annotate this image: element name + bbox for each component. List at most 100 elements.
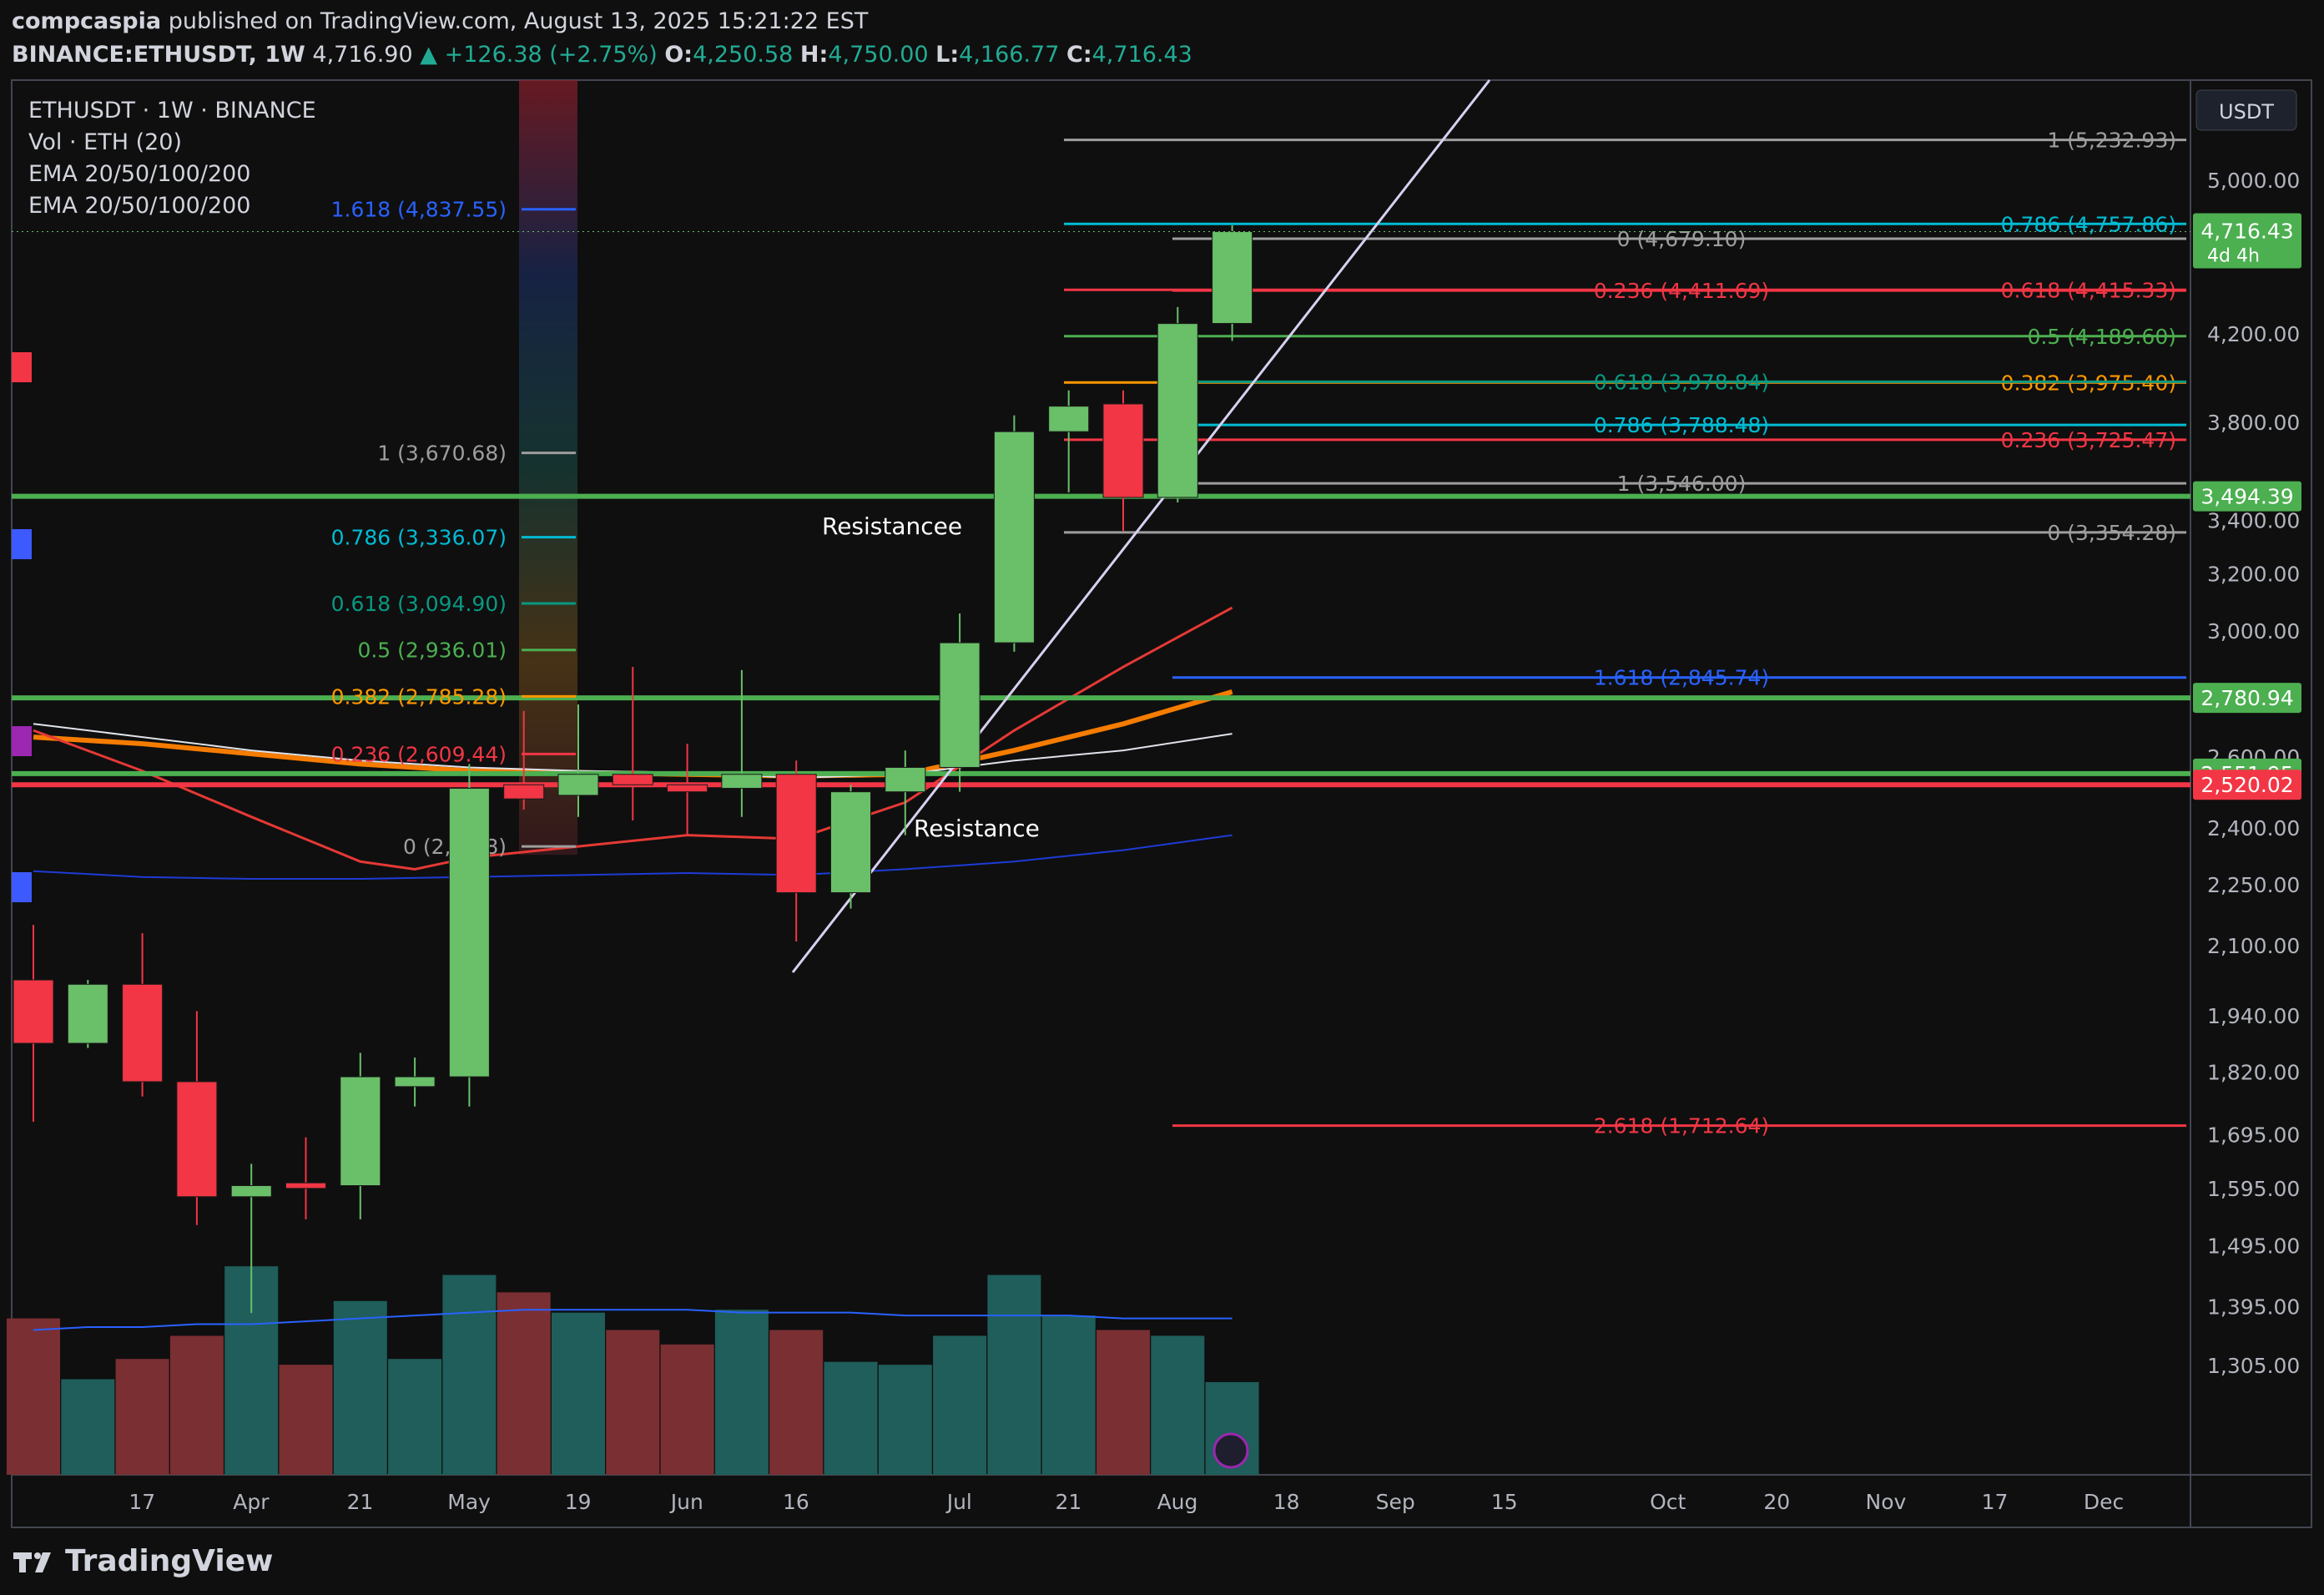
volume-bar	[1041, 1315, 1096, 1475]
fib-label: 0.236 (3,725.47)	[2001, 428, 2176, 452]
legend-symbol[interactable]: ETHUSDT · 1W · BINANCE	[28, 95, 316, 127]
volume-bar	[497, 1292, 551, 1475]
countdown-label: 4d 4h	[2207, 246, 2260, 267]
x-tick-label: Jun	[669, 1490, 703, 1514]
y-tick-label: 1,695.00	[2207, 1123, 2300, 1148]
chart-legend: ETHUSDT · 1W · BINANCE Vol · ETH (20) EM…	[28, 95, 316, 222]
candle-body	[721, 774, 763, 789]
fib-label: 0.786 (4,757.86)	[2001, 212, 2176, 236]
fib-label: 0.786 (3,336.07)	[331, 526, 507, 550]
legend-ema-1[interactable]: EMA 20/50/100/200	[28, 159, 316, 190]
volume-bar	[660, 1344, 714, 1475]
y-tick-label: 2,250.00	[2207, 873, 2300, 897]
level-price-label: 2,780.94	[2200, 686, 2293, 710]
fib-label: 1.618 (2,845.74)	[1594, 666, 1769, 690]
legend-ema-2[interactable]: EMA 20/50/100/200	[28, 190, 316, 222]
candle-body	[939, 642, 981, 768]
volume-bar	[442, 1274, 497, 1475]
y-tick-label: 1,940.00	[2207, 1004, 2300, 1028]
candle-body	[1048, 406, 1090, 432]
volume-bar	[388, 1359, 442, 1475]
volume-bar	[878, 1365, 932, 1475]
tradingview-logo[interactable]: TradingView	[12, 1544, 273, 1578]
level-price-label: 3,494.39	[2200, 485, 2293, 509]
lightning-icon	[1212, 1432, 1249, 1469]
x-tick-label: Nov	[1866, 1490, 1907, 1514]
fib-label: 0.786 (3,788.48)	[1594, 413, 1769, 437]
candle-body	[557, 774, 599, 796]
current-price-label: 4,716.43	[2200, 220, 2293, 244]
fib-label: 1.618 (4,837.55)	[331, 198, 507, 222]
fib-label: 0 (3,354.28)	[2047, 521, 2176, 545]
y-tick-label: 3,000.00	[2207, 619, 2300, 644]
volume-bar	[987, 1274, 1041, 1475]
x-tick-label: Oct	[1650, 1490, 1686, 1514]
x-tick-label: 16	[783, 1490, 809, 1514]
candle-body	[230, 1185, 272, 1198]
candle-body	[394, 1076, 436, 1088]
volume-bar	[606, 1330, 660, 1475]
x-tick-label: 15	[1491, 1490, 1518, 1514]
y-tick-label: 3,800.00	[2207, 411, 2300, 435]
candle-body	[885, 766, 926, 793]
annotation-resistancee: Resistancee	[822, 512, 962, 540]
alert-marker	[12, 726, 32, 756]
y-tick-label: 5,000.00	[2207, 169, 2300, 193]
fib-label: 0 (4,679.10)	[1617, 227, 1747, 251]
x-tick-label: 17	[1982, 1490, 2009, 1514]
x-tick-label: 18	[1273, 1490, 1300, 1514]
chart-canvas[interactable]: 1 (5,232.93)0.786 (4,757.86)0.618 (4,415…	[0, 0, 2324, 1595]
fib-label: 1 (3,546.00)	[1617, 472, 1747, 496]
fib-label: 0.5 (2,936.01)	[357, 639, 507, 663]
legend-volume[interactable]: Vol · ETH (20)	[28, 127, 316, 159]
fib-label: 0.382 (2,785.28)	[331, 684, 507, 709]
fib-label: 0.618 (3,094.90)	[331, 592, 507, 616]
y-tick-label: 3,200.00	[2207, 563, 2300, 587]
volume-bar	[824, 1361, 878, 1475]
x-tick-label: 21	[347, 1490, 374, 1514]
candle-body	[285, 1182, 326, 1189]
fib-label: 2.618 (1,712.64)	[1594, 1114, 1769, 1138]
y-tick-label: 1,305.00	[2207, 1354, 2300, 1378]
volume-bar	[7, 1318, 60, 1475]
candle-body	[1157, 323, 1198, 498]
volume-bar	[714, 1310, 769, 1475]
fib-label: 0.236 (2,609.44)	[331, 742, 507, 766]
x-tick-label: 17	[129, 1490, 155, 1514]
y-tick-label: 2,400.00	[2207, 816, 2300, 840]
y-tick-label: 1,495.00	[2207, 1234, 2300, 1258]
y-tick-label: 2,100.00	[2207, 934, 2300, 958]
fib-label: 0.5 (4,189.60)	[2027, 325, 2176, 349]
volume-bar	[1096, 1330, 1150, 1475]
y-tick-label: 1,820.00	[2207, 1060, 2300, 1084]
x-tick-label: 21	[1055, 1490, 1081, 1514]
candle-body	[612, 774, 653, 785]
candle-body	[448, 787, 490, 1078]
fib-label: 0.236 (4,411.69)	[1594, 279, 1769, 303]
candle-body	[830, 791, 871, 893]
alert-marker	[12, 352, 32, 382]
volume-bar	[169, 1335, 224, 1475]
alert-marker	[12, 529, 32, 559]
fib-label: 1 (3,670.68)	[377, 442, 507, 466]
x-tick-label: Apr	[233, 1490, 270, 1514]
candle-body	[775, 774, 817, 893]
x-tick-label: Dec	[2084, 1490, 2124, 1514]
candle-body	[176, 1081, 218, 1198]
currency-label: USDT	[2219, 100, 2274, 124]
candle-body	[1212, 231, 1253, 325]
alert-marker	[12, 872, 32, 902]
y-tick-label: 1,595.00	[2207, 1177, 2300, 1201]
fib-label: 1 (5,232.93)	[2047, 129, 2176, 153]
x-tick-label: May	[447, 1490, 491, 1514]
volume-bar	[279, 1365, 333, 1475]
x-tick-label: Aug	[1157, 1490, 1198, 1514]
volume-bar	[333, 1300, 387, 1475]
candle-body	[1102, 403, 1144, 498]
candle-body	[67, 983, 108, 1044]
x-tick-label: 19	[565, 1490, 592, 1514]
y-tick-label: 3,400.00	[2207, 509, 2300, 533]
volume-bar	[115, 1359, 169, 1475]
x-tick-label: Sep	[1376, 1490, 1415, 1514]
candle-body	[122, 983, 164, 1083]
